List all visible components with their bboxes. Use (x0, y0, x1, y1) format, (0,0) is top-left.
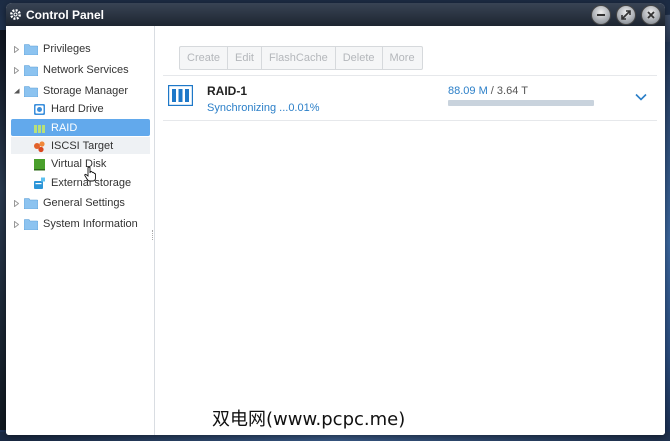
sidebar-item-raid[interactable]: RAID (33, 119, 77, 137)
folder-icon (24, 43, 38, 55)
flashcache-button[interactable]: FlashCache (262, 47, 336, 69)
selection-highlight (11, 119, 150, 136)
title-bar[interactable]: Control Panel (6, 3, 665, 26)
maximize-button[interactable] (616, 5, 636, 25)
iscsi-icon (33, 140, 46, 153)
window-controls (591, 5, 661, 25)
expand-arrow-icon[interactable] (12, 45, 20, 53)
raid-toolbar: Create Edit FlashCache Delete More (179, 46, 423, 70)
hand-cursor-icon (84, 166, 96, 182)
usage-bar (448, 100, 594, 106)
gear-icon (9, 8, 22, 21)
more-button[interactable]: More (383, 47, 422, 69)
expand-arrow-icon[interactable] (12, 220, 20, 228)
sidebar-item-privileges[interactable]: Privileges (12, 40, 91, 58)
watermark-text: 双电网(www.pcpc.me) (212, 409, 406, 430)
sidebar-item-label: ISCSI Target (51, 140, 114, 152)
hard-drive-icon (33, 103, 46, 116)
close-icon (647, 11, 655, 19)
total-capacity: 3.64 T (496, 85, 528, 97)
sidebar-tree: Privileges Network Services Storage Mana… (6, 26, 155, 435)
sidebar-item-iscsi-target[interactable]: ISCSI Target (33, 137, 113, 155)
folder-icon (24, 197, 38, 209)
sidebar-item-network-services[interactable]: Network Services (12, 61, 129, 79)
virtual-disk-icon (33, 158, 46, 171)
folder-icon (24, 64, 38, 76)
raid-list-item[interactable]: RAID-1 Synchronizing ...0.01% 88.09 M / … (163, 76, 657, 120)
sidebar-item-label: General Settings (43, 197, 125, 209)
sidebar-item-hard-drive[interactable]: Hard Drive (33, 100, 104, 118)
usage-separator: / (487, 85, 497, 97)
chevron-down-icon[interactable] (634, 92, 648, 102)
sidebar-item-label: System Information (43, 218, 138, 230)
edit-button[interactable]: Edit (228, 47, 262, 69)
raid-name: RAID-1 (207, 84, 248, 98)
external-storage-icon (33, 177, 46, 190)
folder-icon (24, 85, 38, 97)
sidebar-item-label: RAID (51, 122, 78, 134)
sidebar-item-general-settings[interactable]: General Settings (12, 194, 125, 212)
sidebar-item-label: Hard Drive (51, 103, 104, 115)
expand-arrow-icon[interactable] (12, 199, 20, 207)
main-panel: Create Edit FlashCache Delete More RAID-… (155, 26, 665, 435)
control-panel-window: Control Panel Privileges Network Service… (6, 3, 665, 435)
expand-arrow-icon[interactable] (12, 66, 20, 74)
raid-usage-text: 88.09 M / 3.64 T (448, 85, 528, 97)
folder-icon (24, 218, 38, 230)
maximize-icon (621, 10, 631, 20)
sidebar-item-label: Network Services (43, 64, 129, 76)
window-title: Control Panel (26, 7, 105, 22)
sidebar-item-system-information[interactable]: System Information (12, 215, 138, 233)
create-button[interactable]: Create (180, 47, 229, 69)
raid-sync-status: Synchronizing ...0.01% (207, 102, 320, 114)
close-button[interactable] (641, 5, 661, 25)
delete-button[interactable]: Delete (336, 47, 383, 69)
sidebar-item-label: Privileges (43, 43, 91, 55)
minimize-icon (597, 14, 605, 16)
collapse-arrow-icon[interactable] (12, 88, 20, 94)
used-capacity: 88.09 M (448, 85, 488, 97)
sidebar-item-label: Virtual Disk (51, 158, 107, 170)
raid-volume-icon (168, 85, 193, 106)
minimize-button[interactable] (591, 5, 611, 25)
divider (163, 120, 657, 121)
sidebar-item-storage-manager[interactable]: Storage Manager (12, 82, 128, 100)
raid-icon (33, 122, 46, 135)
sidebar-item-label: Storage Manager (43, 85, 128, 97)
